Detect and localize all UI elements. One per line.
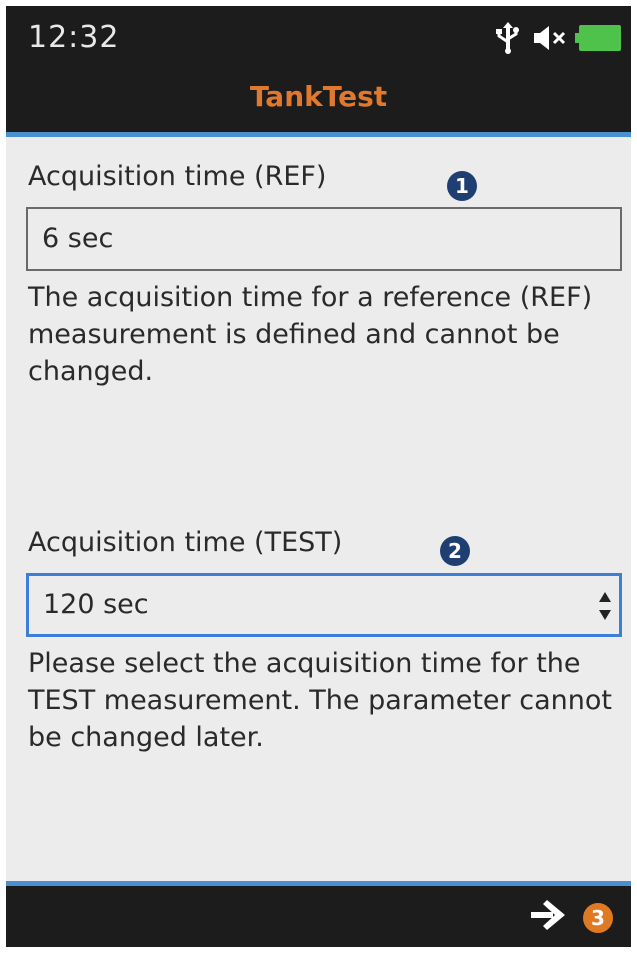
ref-label: Acquisition time (REF)	[28, 161, 327, 192]
test-description: Please select the acquisition time for t…	[28, 648, 612, 753]
usb-icon	[495, 22, 521, 54]
next-button[interactable]	[527, 896, 569, 938]
test-selected-value: 120 sec	[43, 589, 149, 620]
status-icons	[495, 22, 621, 54]
device-screen: 12:32 TankTest Acquisition time (REF) 1 …	[6, 6, 631, 947]
test-time-select[interactable]: 120 sec	[26, 573, 622, 637]
arrow-right-icon	[531, 900, 565, 934]
ref-description: The acquisition time for a reference (RE…	[28, 282, 593, 387]
annotation-badge-1: 1	[447, 171, 477, 201]
battery-icon	[575, 25, 621, 51]
ref-value-field: 6 sec	[26, 207, 622, 271]
app-title: TankTest	[249, 80, 388, 113]
annotation-badge-3: 3	[583, 903, 613, 933]
mute-icon	[533, 25, 567, 51]
test-label: Acquisition time (TEST)	[28, 527, 343, 558]
footer-bar: 3	[6, 886, 631, 947]
annotation-badge-2: 2	[440, 536, 470, 566]
status-time: 12:32	[28, 20, 120, 55]
header-bar: 12:32 TankTest	[6, 6, 631, 132]
select-stepper-icon[interactable]	[599, 590, 611, 622]
main-content: Acquisition time (REF) 1 6 sec The acqui…	[6, 137, 631, 881]
